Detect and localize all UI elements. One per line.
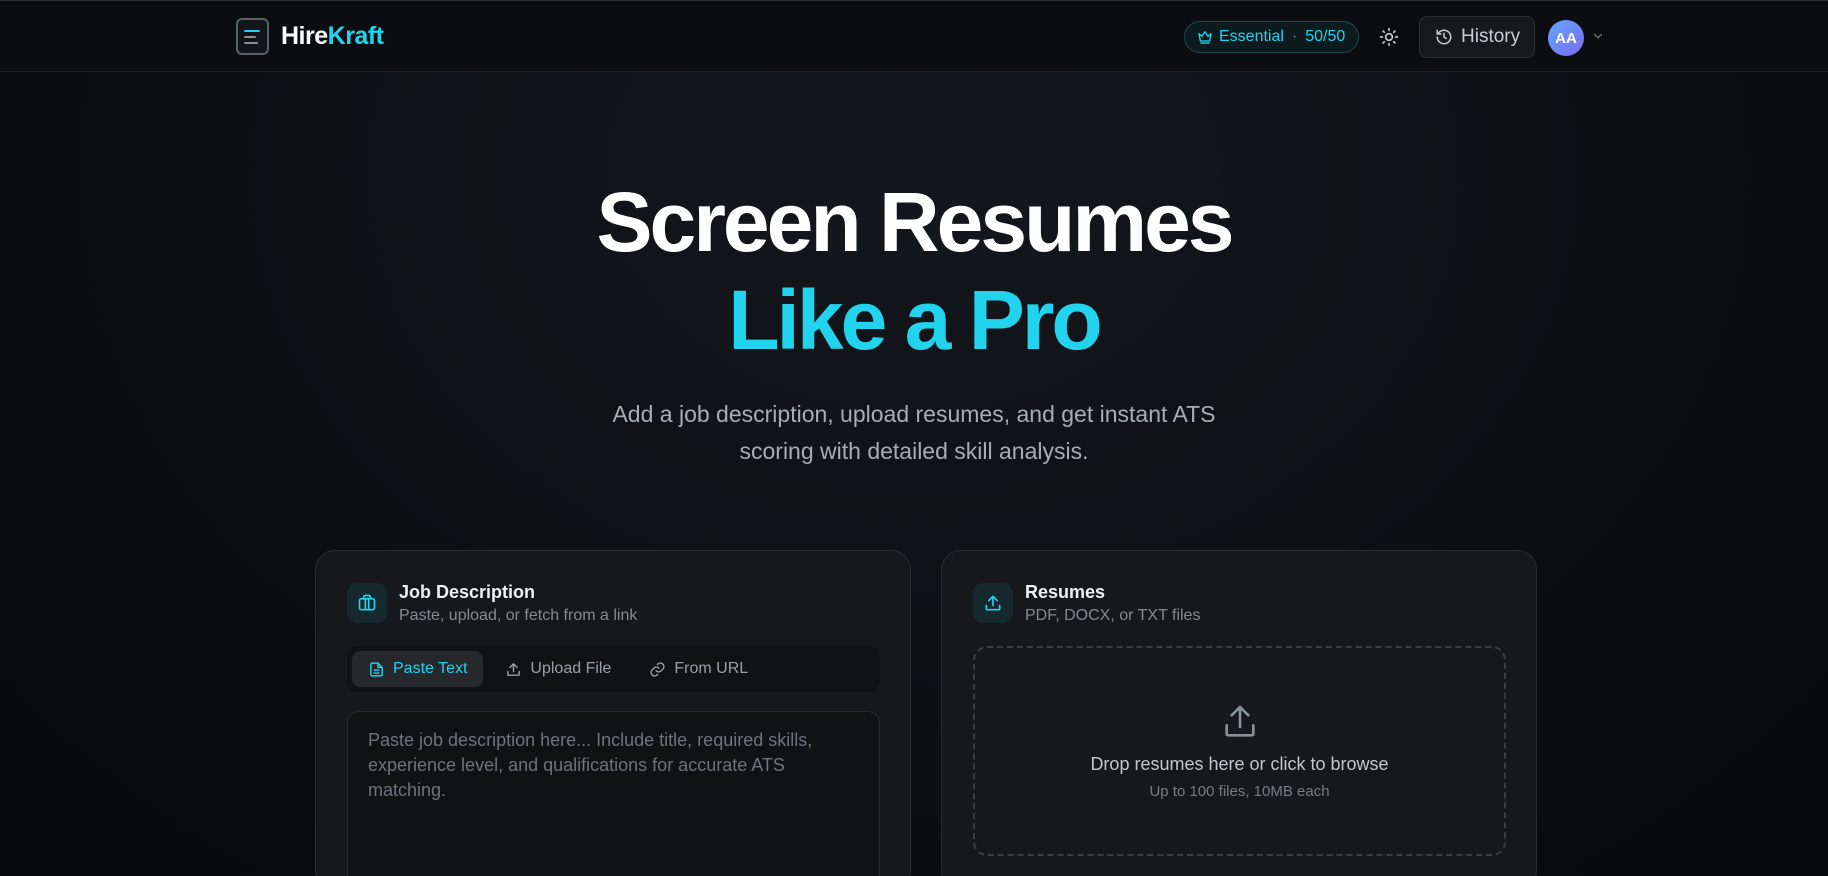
logo-icon	[236, 18, 269, 55]
resumes-card-title: Resumes	[1025, 582, 1106, 602]
top-navbar: HireKraft Essential · 50/50 History AA	[0, 0, 1828, 72]
resumes-card: Resumes PDF, DOCX, or TXT files Drop res…	[941, 550, 1537, 876]
user-avatar[interactable]: AA	[1548, 20, 1584, 56]
dropzone-hint: Up to 100 files, 10MB each	[1149, 783, 1330, 800]
upload-icon	[1224, 705, 1255, 737]
crown-icon	[1198, 31, 1212, 44]
history-label: History	[1461, 26, 1521, 47]
plan-badge[interactable]: Essential · 50/50	[1184, 21, 1359, 53]
link-icon	[650, 661, 665, 677]
plan-name: Essential	[1219, 28, 1284, 45]
job-card-title: Job Description	[399, 582, 536, 602]
job-input-tabs: Paste Text Upload File From URL	[347, 646, 880, 692]
tab-paste-text[interactable]: Paste Text	[352, 651, 484, 687]
plan-separator: ·	[1291, 28, 1298, 45]
theme-toggle-button[interactable]	[1376, 24, 1402, 50]
briefcase-icon	[347, 583, 387, 623]
hero-title-line2: Like a Pro	[728, 273, 1103, 367]
history-icon	[1436, 29, 1452, 45]
history-button[interactable]: History	[1419, 16, 1535, 58]
hero-title-line1: Screen Resumes	[596, 175, 1234, 269]
job-card-subtitle: Paste, upload, or fetch from a link	[399, 607, 638, 624]
upload-icon	[973, 583, 1013, 623]
dropzone-label: Drop resumes here or click to browse	[1090, 754, 1389, 774]
resume-dropzone[interactable]: Drop resumes here or click to browse Up …	[973, 646, 1506, 856]
upload-icon	[507, 662, 521, 676]
hero-subtitle: Add a job description, upload resumes, a…	[612, 401, 1216, 464]
plan-usage: 50/50	[1305, 28, 1346, 45]
chevron-down-icon[interactable]	[1591, 29, 1605, 43]
document-icon	[370, 661, 383, 677]
sun-icon	[1379, 27, 1399, 47]
job-description-textarea[interactable]	[347, 711, 880, 876]
brand-name: HireKraft	[281, 22, 384, 50]
job-description-card: Job Description Paste, upload, or fetch …	[315, 550, 911, 876]
tab-upload-file[interactable]: Upload File	[489, 651, 627, 687]
tab-from-url[interactable]: From URL	[633, 651, 764, 687]
brand-logo[interactable]: HireKraft	[236, 18, 384, 55]
resumes-card-subtitle: PDF, DOCX, or TXT files	[1025, 607, 1201, 624]
